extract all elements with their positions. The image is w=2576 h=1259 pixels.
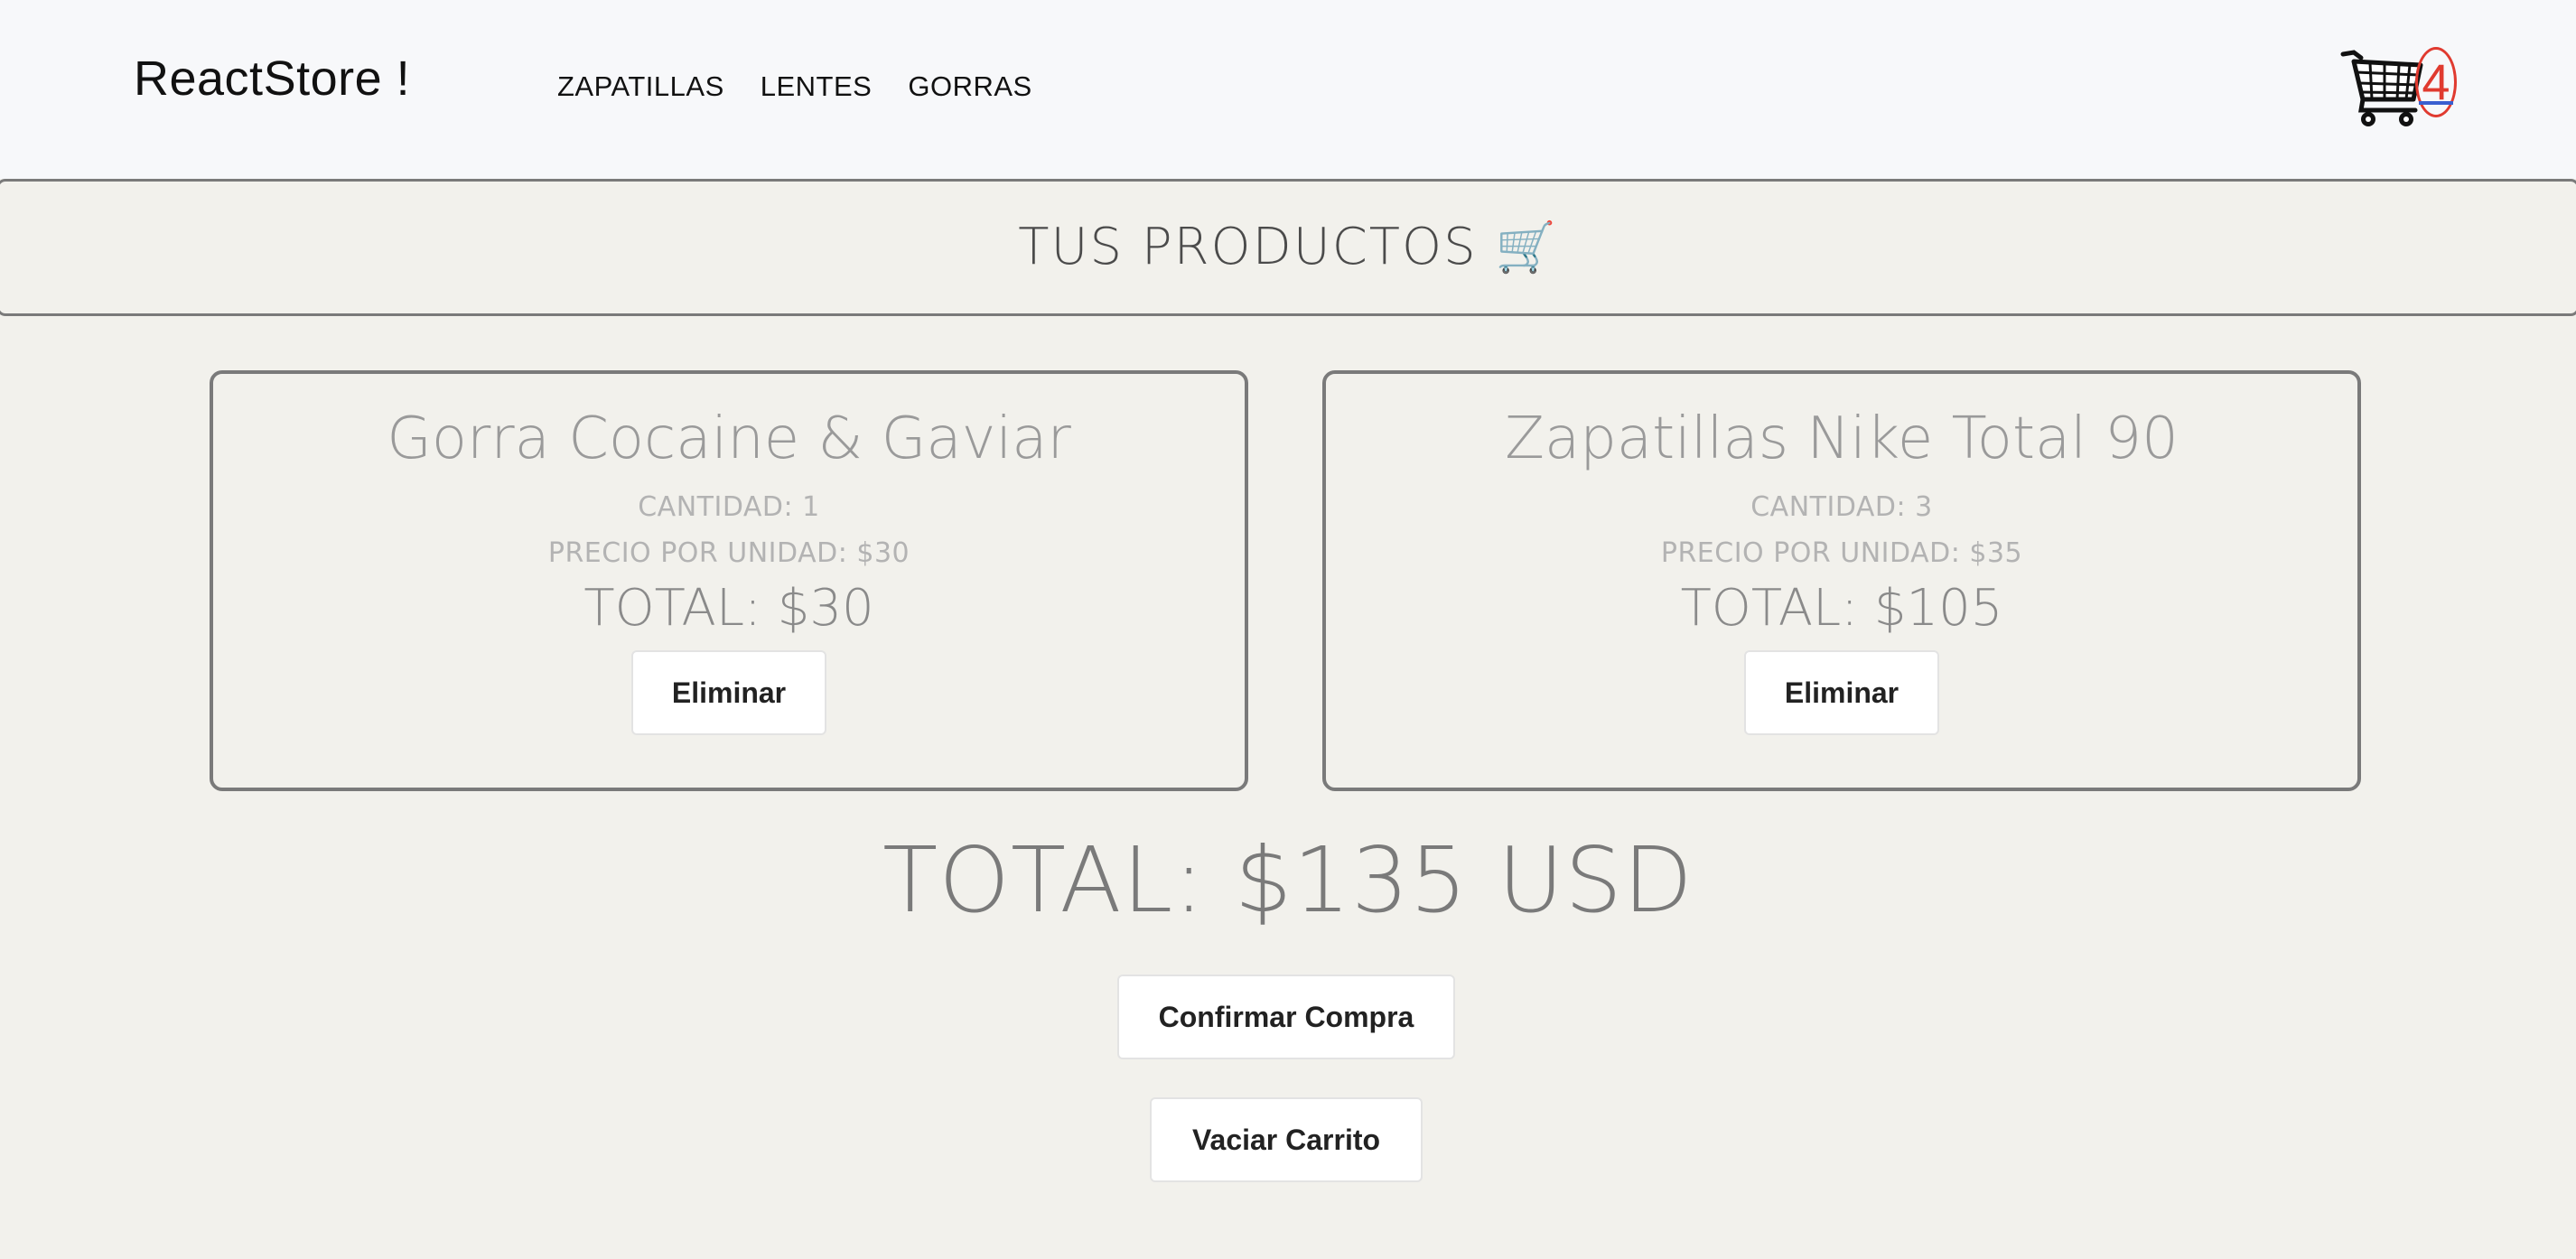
- product-quantity: CANTIDAD: 3: [1750, 491, 1933, 523]
- product-unit-price: PRECIO POR UNIDAD: $35: [1660, 537, 2023, 569]
- cart-count-underline: [2419, 101, 2453, 105]
- shopping-cart-icon: [2340, 50, 2423, 126]
- product-name: Zapatillas Nike Total 90: [1505, 406, 2179, 472]
- page-title: TUS PRODUCTOS 🛒: [1018, 218, 1557, 276]
- cart-count-badge: 4: [2415, 47, 2457, 117]
- remove-product-button[interactable]: Eliminar: [1744, 650, 1939, 735]
- product-total: TOTAL: $30: [583, 579, 874, 638]
- brand-logo[interactable]: ReactStore !: [134, 51, 410, 107]
- product-quantity: CANTIDAD: 1: [638, 491, 820, 523]
- empty-cart-button[interactable]: Vaciar Carrito: [1150, 1097, 1423, 1182]
- product-total: TOTAL: $105: [1680, 579, 2003, 638]
- nav-link-lentes[interactable]: LENTES: [761, 70, 873, 103]
- nav-link-zapatillas[interactable]: ZAPATILLAS: [557, 70, 724, 103]
- confirm-purchase-button[interactable]: Confirmar Compra: [1117, 975, 1455, 1059]
- cart-widget[interactable]: 4: [2339, 45, 2466, 132]
- nav-link-gorras[interactable]: GORRAS: [908, 70, 1031, 103]
- navbar: ReactStore ! ZAPATILLAS LENTES GORRAS 4: [0, 0, 2576, 179]
- page-title-text: TUS PRODUCTOS: [1018, 218, 1478, 276]
- grand-total: TOTAL: $135 USD: [882, 827, 1694, 933]
- section-header: TUS PRODUCTOS 🛒: [0, 179, 2576, 316]
- shopping-cart-emoji-icon: 🛒: [1495, 219, 1558, 275]
- product-card: Gorra Cocaine & Gaviar CANTIDAD: 1 PRECI…: [210, 370, 1248, 791]
- remove-product-button[interactable]: Eliminar: [631, 650, 826, 735]
- nav-links: ZAPATILLAS LENTES GORRAS: [557, 70, 1032, 103]
- product-unit-price: PRECIO POR UNIDAD: $30: [547, 537, 910, 569]
- product-card: Zapatillas Nike Total 90 CANTIDAD: 3 PRE…: [1322, 370, 2361, 791]
- product-name: Gorra Cocaine & Gaviar: [387, 406, 1071, 472]
